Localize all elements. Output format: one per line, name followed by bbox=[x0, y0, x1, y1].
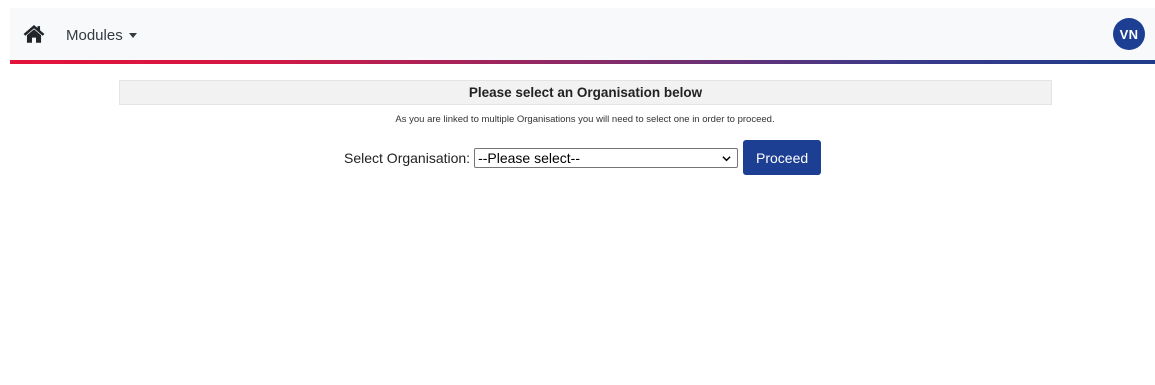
modules-dropdown-toggle[interactable]: Modules bbox=[66, 24, 137, 46]
organisation-select[interactable]: --Please select-- bbox=[474, 147, 739, 168]
page: Modules VN Please select an Organisation… bbox=[0, 0, 1155, 385]
chevron-down-icon bbox=[722, 155, 731, 161]
top-navbar bbox=[10, 8, 1155, 60]
home-icon[interactable] bbox=[23, 23, 45, 45]
info-message: As you are linked to multiple Organisati… bbox=[395, 114, 775, 125]
panel-title: Please select an Organisation below bbox=[468, 85, 703, 100]
organisation-select-value: --Please select-- bbox=[478, 149, 580, 166]
caret-down-icon bbox=[128, 33, 137, 38]
proceed-button[interactable]: Proceed bbox=[743, 140, 822, 175]
panel-header: Please select an Organisation below bbox=[119, 80, 1052, 105]
organisation-form: Select Organisation: --Please select-- P… bbox=[344, 140, 822, 175]
user-avatar[interactable]: VN bbox=[1113, 18, 1145, 50]
select-organisation-label: Select Organisation: bbox=[344, 149, 471, 166]
navbar-accent-rule bbox=[10, 60, 1155, 64]
modules-label: Modules bbox=[66, 26, 123, 44]
